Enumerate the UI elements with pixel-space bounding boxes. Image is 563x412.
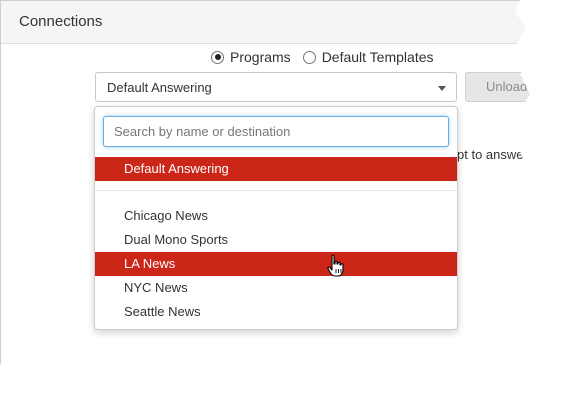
radio-programs[interactable]: Programs [211,49,291,65]
program-select[interactable]: Default Answering [95,72,457,102]
program-dropdown-menu: Default Answering Chicago News Dual Mono… [94,106,458,330]
dropdown-option-dual-mono-sports[interactable]: Dual Mono Sports [95,228,457,252]
dropdown-option-seattle-news[interactable]: Seattle News [95,300,457,324]
dropdown-option-chicago-news[interactable]: Chicago News [95,204,457,228]
dropdown-divider [95,190,457,191]
dropdown-option-la-news[interactable]: LA News [95,252,457,276]
unload-button[interactable]: Unload [465,72,532,102]
dropdown-option-default-answering[interactable]: Default Answering [95,157,457,181]
hand-pointer-icon [327,254,344,277]
background-description-text: pt to answe [457,147,524,162]
radio-default-templates-indicator[interactable] [302,50,316,64]
panel-header: Connections [1,1,532,44]
connections-panel: Connections Programs Default Templates D… [0,0,532,365]
radio-programs-indicator[interactable] [211,50,224,64]
radio-default-templates-label: Default Templates [321,49,434,65]
panel-title: Connections [19,13,103,30]
program-search-input[interactable] [103,116,449,147]
chevron-down-icon[interactable] [438,86,446,91]
radio-default-templates[interactable]: Default Templates [302,49,434,65]
dropdown-option-nyc-news[interactable]: NYC News [95,276,457,300]
program-select-value: Default Answering [107,80,212,95]
mode-radio-group: Programs Default Templates [211,49,434,65]
radio-programs-label: Programs [230,49,291,65]
